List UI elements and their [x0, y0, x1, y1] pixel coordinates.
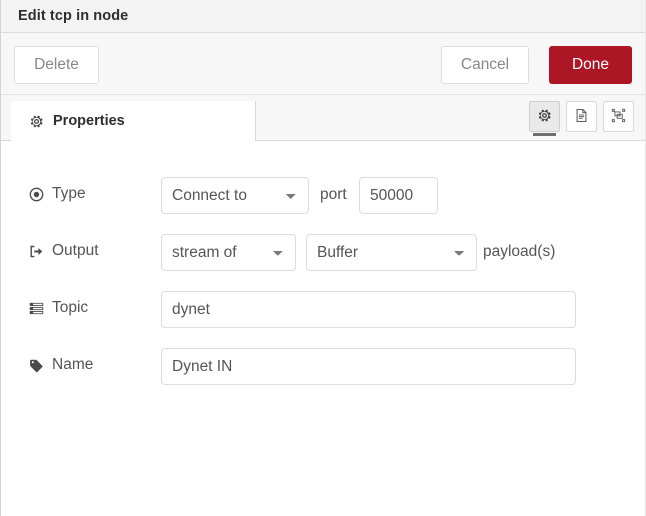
- output-stream-select[interactable]: stream of: [161, 234, 296, 271]
- type-label-group: Type: [28, 185, 153, 203]
- form-row-name: Name: [1, 348, 645, 405]
- output-label-group: Output: [28, 242, 153, 260]
- dialog-titlebar: Edit tcp in node: [1, 0, 645, 33]
- tab-tool-buttons: [529, 101, 634, 136]
- tab-bar: Properties: [1, 95, 645, 141]
- output-payload-type-select[interactable]: Buffer: [306, 234, 477, 271]
- dot-circle-icon: [28, 186, 44, 202]
- description-icon: [574, 108, 589, 126]
- output-label: Output: [52, 242, 99, 259]
- payload-suffix-label: payload(s): [483, 243, 556, 260]
- port-input[interactable]: [359, 177, 438, 214]
- type-label: Type: [52, 185, 86, 202]
- form-row-topic: Topic: [1, 291, 645, 348]
- delete-button[interactable]: Delete: [14, 46, 99, 84]
- appearance-tool-button[interactable]: [603, 101, 634, 132]
- properties-form: Type Connect to port Output stream of: [1, 141, 645, 405]
- gear-icon: [29, 114, 44, 129]
- done-button[interactable]: Done: [549, 46, 632, 84]
- topic-input[interactable]: [161, 291, 576, 328]
- tasks-icon: [28, 300, 44, 316]
- tab-properties[interactable]: Properties: [11, 101, 256, 141]
- form-row-type: Type Connect to port: [1, 177, 645, 234]
- name-label: Name: [52, 356, 94, 373]
- tag-icon: [28, 357, 44, 373]
- dialog-button-bar: Delete Cancel Done: [1, 33, 645, 95]
- port-label: port: [320, 186, 347, 203]
- name-label-group: Name: [28, 356, 153, 374]
- dialog-title: Edit tcp in node: [18, 8, 129, 24]
- sign-out-icon: [28, 243, 44, 259]
- description-tool-button[interactable]: [566, 101, 597, 132]
- appearance-icon: [611, 108, 626, 126]
- topic-label: Topic: [52, 299, 89, 316]
- topic-label-group: Topic: [28, 299, 153, 317]
- type-mode-select[interactable]: Connect to: [161, 177, 309, 214]
- form-row-output: Output stream of Buffer payload(s): [1, 234, 645, 291]
- edit-node-dialog: Edit tcp in node Delete Cancel Done Prop…: [0, 0, 646, 516]
- properties-tool-button[interactable]: [529, 101, 560, 136]
- tab-properties-label: Properties: [53, 113, 125, 129]
- cancel-button[interactable]: Cancel: [441, 46, 529, 84]
- gear-icon: [537, 108, 552, 126]
- name-input[interactable]: [161, 348, 576, 385]
